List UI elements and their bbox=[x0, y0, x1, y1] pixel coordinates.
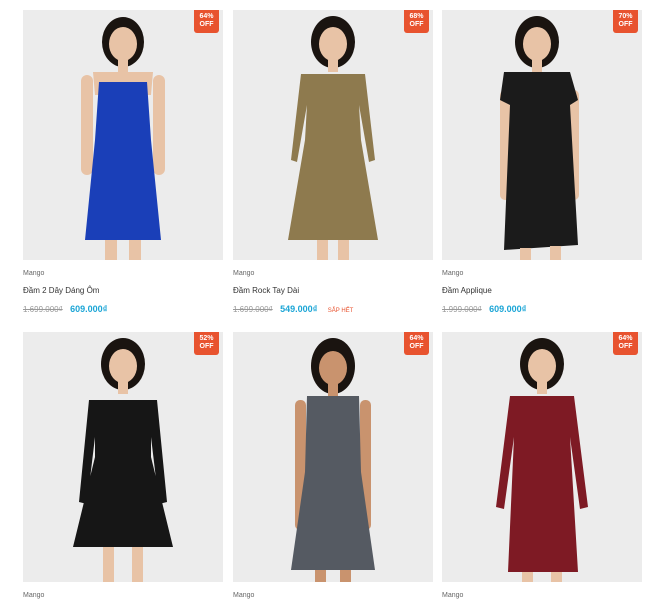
discount-off-label: OFF bbox=[409, 21, 424, 28]
product-brand: Mango bbox=[233, 270, 255, 277]
product-image[interactable]: 64% OFF bbox=[23, 10, 223, 260]
product-image[interactable]: 52% OFF bbox=[23, 332, 223, 582]
product-photo bbox=[496, 338, 588, 582]
price-row: 1.699.000₫ 549.000₫ SẮP HẾT bbox=[233, 302, 433, 314]
discount-badge: 68% OFF bbox=[404, 10, 429, 33]
sale-price: 609.000₫ bbox=[70, 304, 108, 314]
discount-badge: 70% OFF bbox=[613, 10, 638, 33]
product-image[interactable]: 64% OFF bbox=[442, 332, 642, 582]
dress-shape bbox=[73, 400, 173, 547]
sale-price: 609.000₫ bbox=[489, 304, 527, 314]
product-photo bbox=[81, 17, 165, 260]
sale-price: 549.000₫ bbox=[280, 304, 318, 314]
original-price: 1.699.000₫ bbox=[23, 305, 63, 314]
product-photo bbox=[500, 16, 579, 260]
product-card[interactable]: 68% OFF Mango Đầm Rock Tay Dài 1.699.000… bbox=[233, 10, 433, 314]
product-photo bbox=[73, 338, 173, 582]
discount-off-label: OFF bbox=[409, 343, 424, 350]
discount-badge: 64% OFF bbox=[613, 332, 638, 355]
discount-off-label: OFF bbox=[199, 21, 214, 28]
dress-shape bbox=[500, 72, 578, 250]
original-price: 1.999.000₫ bbox=[442, 305, 482, 314]
discount-badge: 64% OFF bbox=[404, 332, 429, 355]
product-card[interactable]: 64% OFF Mango bbox=[442, 332, 642, 601]
product-title[interactable]: Đầm Applique bbox=[442, 286, 642, 296]
discount-badge: 52% OFF bbox=[194, 332, 219, 355]
product-card[interactable]: 52% OFF Mango bbox=[23, 332, 223, 601]
product-image[interactable]: 68% OFF bbox=[233, 10, 433, 260]
low-stock-label: SẮP HẾT bbox=[327, 308, 354, 314]
product-photo bbox=[291, 338, 375, 582]
discount-off-label: OFF bbox=[199, 343, 214, 350]
product-title[interactable]: Đầm 2 Dây Dáng Ôm bbox=[23, 286, 223, 296]
product-card[interactable]: 70% OFF Mango Đầm Applique 1.999.000₫ 60… bbox=[442, 10, 642, 314]
product-title[interactable]: Đầm Rock Tay Dài bbox=[233, 286, 433, 296]
product-card[interactable]: 64% OFF Mango bbox=[233, 332, 433, 601]
product-brand: Mango bbox=[23, 270, 45, 277]
original-price: 1.699.000₫ bbox=[233, 305, 273, 314]
product-card[interactable]: 64% OFF Mango Đầm 2 Dây Dáng Ôm 1.699.00… bbox=[23, 10, 223, 314]
product-photo bbox=[288, 16, 378, 260]
discount-percent: 68% bbox=[409, 13, 424, 20]
dress-shape bbox=[496, 396, 588, 572]
product-brand: Mango bbox=[442, 270, 464, 277]
discount-percent: 70% bbox=[618, 13, 633, 20]
discount-off-label: OFF bbox=[618, 343, 633, 350]
dress-shape bbox=[85, 82, 161, 240]
price-row: 1.699.000₫ 609.000₫ bbox=[23, 302, 223, 314]
discount-percent: 52% bbox=[199, 335, 214, 342]
discount-percent: 64% bbox=[409, 335, 424, 342]
discount-badge: 64% OFF bbox=[194, 10, 219, 33]
dress-shape bbox=[288, 74, 378, 240]
discount-percent: 64% bbox=[618, 335, 633, 342]
price-row: 1.999.000₫ 609.000₫ bbox=[442, 302, 642, 314]
discount-off-label: OFF bbox=[618, 21, 633, 28]
discount-percent: 64% bbox=[199, 13, 214, 20]
product-image[interactable]: 70% OFF bbox=[442, 10, 642, 260]
product-image[interactable]: 64% OFF bbox=[233, 332, 433, 582]
